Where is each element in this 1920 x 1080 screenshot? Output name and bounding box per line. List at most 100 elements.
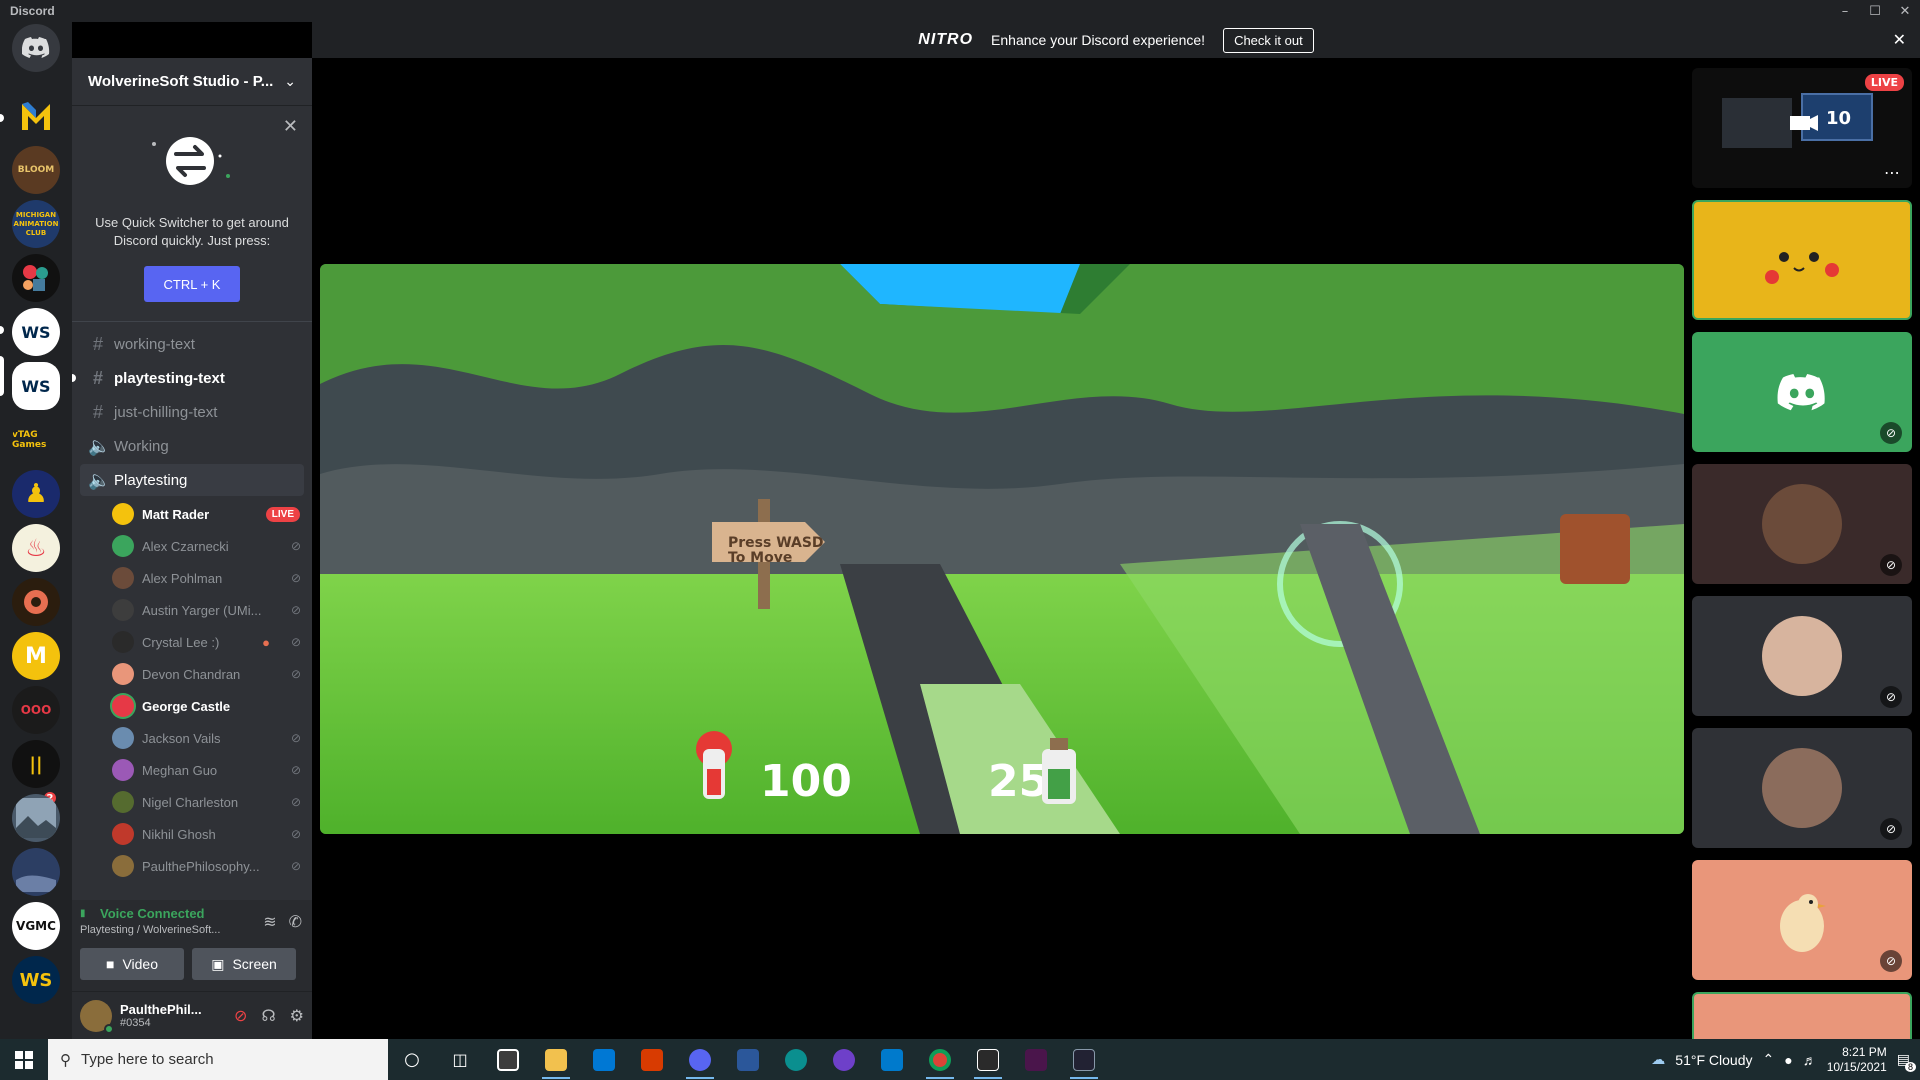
server-icon-yellow[interactable]: M: [12, 632, 60, 680]
server-icon-pawn[interactable]: ♟: [12, 470, 60, 518]
chevron-up-icon[interactable]: ⌃: [1763, 1051, 1775, 1068]
weather-text[interactable]: 51°F Cloudy: [1675, 1052, 1752, 1068]
participant-tile[interactable]: [1692, 992, 1912, 1039]
voice-member[interactable]: Devon Chandran ⊘: [112, 661, 304, 687]
server-selected-pill: [0, 356, 4, 396]
online-status-icon: [104, 1023, 114, 1034]
settings-gear-icon[interactable]: ⚙: [290, 1006, 304, 1025]
mute-mic-icon[interactable]: ⊘: [234, 1006, 247, 1025]
channel-playtesting-text[interactable]: # playtesting-text: [80, 362, 304, 394]
night-sky-icon: [16, 852, 56, 892]
participant-tile[interactable]: ⊘: [1692, 464, 1912, 584]
avatar: [112, 695, 134, 717]
channel-playtesting-voice[interactable]: 🔈 Playtesting: [80, 464, 304, 496]
clock[interactable]: 8:21 PM 10/15/2021: [1827, 1045, 1887, 1075]
participant-tile[interactable]: ⊘: [1692, 860, 1912, 980]
server-icon-dark[interactable]: ||: [12, 740, 60, 788]
github-icon[interactable]: [820, 1039, 868, 1080]
nitro-cta-button[interactable]: Check it out: [1223, 27, 1314, 53]
participant-tile[interactable]: ⊘: [1692, 596, 1912, 716]
avatar: [112, 535, 134, 557]
avatar: [1762, 616, 1842, 696]
slack-icon[interactable]: [1012, 1039, 1060, 1080]
user-panel: PaulthePhil... #0354 ⊘ ☊ ⚙: [72, 992, 312, 1039]
voice-member[interactable]: Austin Yarger (UMi... ⊘: [112, 597, 304, 623]
live-badge: LIVE: [265, 506, 300, 522]
participant-tile[interactable]: ⊘: [1692, 332, 1912, 452]
channel-working-voice[interactable]: 🔈 Working: [80, 430, 304, 462]
office-icon[interactable]: [628, 1039, 676, 1080]
voice-member[interactable]: Crystal Lee :) ● ⊘: [112, 629, 304, 655]
voice-member[interactable]: Nikhil Ghosh ⊘: [112, 821, 304, 847]
taskbar-search[interactable]: ⚲ Type here to search: [48, 1039, 388, 1080]
cortana-icon[interactable]: ○: [388, 1039, 436, 1080]
avatar: [112, 855, 134, 877]
video-button[interactable]: ■ Video: [80, 948, 184, 980]
voice-member[interactable]: George Castle: [112, 693, 304, 719]
mail-icon[interactable]: [580, 1039, 628, 1080]
participant-tile[interactable]: [1692, 200, 1912, 320]
minimize-icon[interactable]: –: [1830, 4, 1860, 19]
server-icon-landscape[interactable]: [12, 794, 60, 842]
quick-switcher-shortcut[interactable]: CTRL + K: [144, 266, 240, 302]
server-icon-wolverinesoft-2[interactable]: WS: [12, 362, 60, 410]
voice-member[interactable]: Meghan Guo ⊘: [112, 757, 304, 783]
edge-icon[interactable]: [772, 1039, 820, 1080]
close-window-icon[interactable]: ✕: [1890, 4, 1920, 19]
avatar: [112, 631, 134, 653]
close-banner-icon[interactable]: ✕: [1893, 30, 1906, 49]
colorful-logo-icon: [23, 265, 48, 291]
word-icon[interactable]: [724, 1039, 772, 1080]
channel-just-chilling-text[interactable]: # just-chilling-text: [80, 396, 304, 428]
server-icon-animation-club[interactable]: MICHIGAN ANIMATION CLUB: [12, 200, 60, 248]
voice-member[interactable]: PaulthePhilosophy... ⊘: [112, 853, 304, 879]
server-icon-vtag[interactable]: vTAG Games: [12, 416, 60, 464]
more-options-icon[interactable]: ⋯: [1884, 163, 1900, 182]
game-window-icon[interactable]: [1060, 1039, 1108, 1080]
server-icon-flame[interactable]: ♨: [12, 524, 60, 572]
game-stream-view[interactable]: Press WASD To Move 100 25: [320, 264, 1684, 834]
title-bar: Discord – ☐ ✕: [0, 0, 1920, 22]
user-avatar[interactable]: [80, 999, 114, 1034]
voice-location[interactable]: Playtesting / WolverineSoft...: [80, 924, 220, 936]
server-icon-bloom[interactable]: BLOOM: [12, 146, 60, 194]
screen-share-button[interactable]: ▣ Screen: [192, 948, 296, 980]
server-icon-orange[interactable]: [12, 578, 60, 626]
server-icon-colors[interactable]: [12, 254, 60, 302]
voice-status[interactable]: Voice Connected: [100, 906, 205, 921]
quick-switcher-arrows-icon: [152, 137, 230, 185]
server-icon-m[interactable]: [12, 92, 60, 140]
speaker-volume-icon[interactable]: ♬: [1803, 1052, 1817, 1068]
voice-member[interactable]: Matt Rader LIVE: [112, 501, 304, 527]
noise-suppression-icon[interactable]: ≋: [263, 912, 276, 931]
stream-preview-tile[interactable]: 10 LIVE ⋯: [1692, 68, 1912, 188]
close-tip-icon[interactable]: ✕: [283, 116, 298, 137]
server-icon-pixel[interactable]: OOO: [12, 686, 60, 734]
member-name: PaulthePhilosophy...: [142, 858, 260, 874]
vscode-icon[interactable]: [868, 1039, 916, 1080]
voice-member[interactable]: Alex Pohlman ⊘: [112, 565, 304, 591]
task-view-icon[interactable]: ◫: [436, 1039, 484, 1080]
discord-home-button[interactable]: [12, 24, 60, 72]
server-icon-vgmc[interactable]: VGMC: [12, 902, 60, 950]
guild-header[interactable]: WolverineSoft Studio - P... ⌄: [72, 58, 312, 106]
voice-member[interactable]: Jackson Vails ⊘: [112, 725, 304, 751]
discord-taskbar-icon[interactable]: [676, 1039, 724, 1080]
participant-tile[interactable]: ⊘: [1692, 728, 1912, 848]
microphone-icon[interactable]: ●: [1784, 1052, 1792, 1068]
start-button[interactable]: [0, 1039, 48, 1080]
store-icon[interactable]: [484, 1039, 532, 1080]
server-icon-night[interactable]: [12, 848, 60, 896]
channel-working-text[interactable]: # working-text: [80, 328, 304, 360]
headphones-icon[interactable]: ☊: [261, 1006, 275, 1025]
disconnect-icon[interactable]: ✆: [289, 912, 302, 931]
notification-icon[interactable]: ▤ 8: [1897, 1051, 1916, 1072]
chrome-icon[interactable]: [916, 1039, 964, 1080]
maximize-icon[interactable]: ☐: [1860, 4, 1890, 19]
voice-member[interactable]: Nigel Charleston ⊘: [112, 789, 304, 815]
epic-games-icon[interactable]: [964, 1039, 1012, 1080]
voice-member[interactable]: Alex Czarnecki ⊘: [112, 533, 304, 559]
server-icon-ws-blue[interactable]: WS: [12, 956, 60, 1004]
file-explorer-icon[interactable]: [532, 1039, 580, 1080]
server-icon-wolverinesoft-1[interactable]: WS: [12, 308, 60, 356]
